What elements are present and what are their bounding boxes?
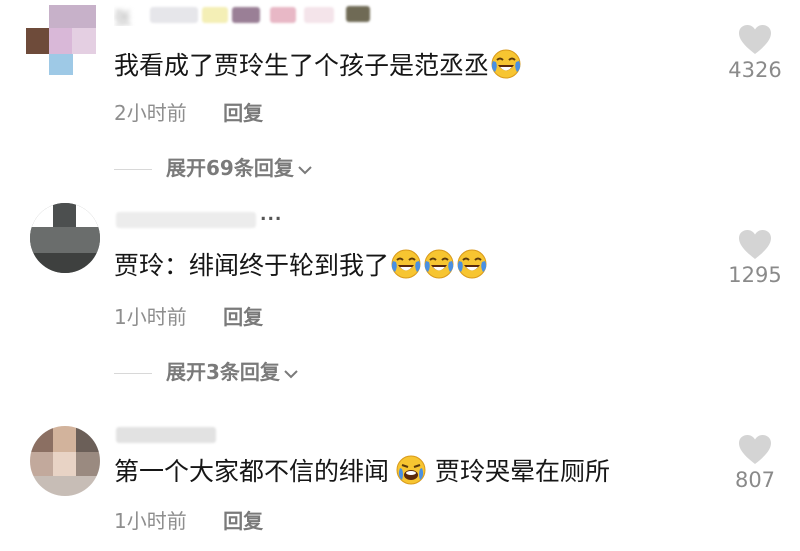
username[interactable]: ... bbox=[114, 209, 284, 231]
laughing-tears-icon bbox=[490, 48, 522, 80]
laughing-tears-icon bbox=[456, 248, 488, 280]
heart-icon bbox=[738, 229, 772, 261]
comment-text: 我看成了贾玲生了个孩子是范丞丞 bbox=[114, 48, 522, 82]
like-count: 807 bbox=[734, 468, 776, 492]
heart-icon bbox=[738, 434, 772, 466]
comment-time: 2小时前 bbox=[114, 101, 187, 125]
heart-icon bbox=[738, 24, 772, 56]
reply-button[interactable]: 回复 bbox=[223, 305, 263, 329]
comment-meta: 1小时前 回复 bbox=[114, 505, 263, 534]
divider-line bbox=[114, 169, 152, 170]
comment-meta: 2小时前 回复 bbox=[114, 97, 263, 126]
reply-button[interactable]: 回复 bbox=[223, 509, 263, 533]
comment-item: ... 贾玲：绯闻终于轮到我了 1小时前 回复 1295 展开3条回复 bbox=[0, 195, 800, 390]
laughing-tears-icon bbox=[423, 248, 455, 280]
comment-text: 贾玲：绯闻终于轮到我了 bbox=[114, 248, 488, 282]
like-count: 1295 bbox=[728, 263, 782, 287]
like-button[interactable]: 4326 bbox=[718, 24, 792, 82]
comment-text: 第一个大家都不信的绯闻 贾玲哭晕在厕所 bbox=[114, 454, 610, 488]
like-button[interactable]: 1295 bbox=[718, 229, 792, 287]
avatar[interactable] bbox=[30, 203, 100, 273]
like-count: 4326 bbox=[728, 58, 782, 82]
avatar[interactable] bbox=[26, 5, 96, 75]
expand-replies-button[interactable]: 展开3条回复 bbox=[114, 356, 299, 385]
comment-time: 1小时前 bbox=[114, 305, 187, 329]
comment-item: 第一个大家都不信的绯闻 贾玲哭晕在厕所 1小时前 回复 807 bbox=[0, 400, 800, 551]
chevron-down-icon bbox=[283, 368, 299, 380]
crying-laughing-icon bbox=[395, 454, 427, 486]
comment-meta: 1小时前 回复 bbox=[114, 301, 263, 330]
reply-button[interactable]: 回复 bbox=[223, 101, 263, 125]
like-button[interactable]: 807 bbox=[718, 434, 792, 492]
divider-line bbox=[114, 373, 152, 374]
comment-item: 张 我看成了贾玲生了个孩子是范丞丞 2小时前 回复 4326 展开69条回复 bbox=[0, 0, 800, 190]
expand-replies-button[interactable]: 展开69条回复 bbox=[114, 152, 313, 181]
username[interactable]: 张 bbox=[114, 4, 384, 26]
laughing-tears-icon bbox=[390, 248, 422, 280]
comment-time: 1小时前 bbox=[114, 509, 187, 533]
username[interactable] bbox=[114, 424, 224, 446]
avatar[interactable] bbox=[30, 426, 100, 496]
chevron-down-icon bbox=[297, 164, 313, 176]
